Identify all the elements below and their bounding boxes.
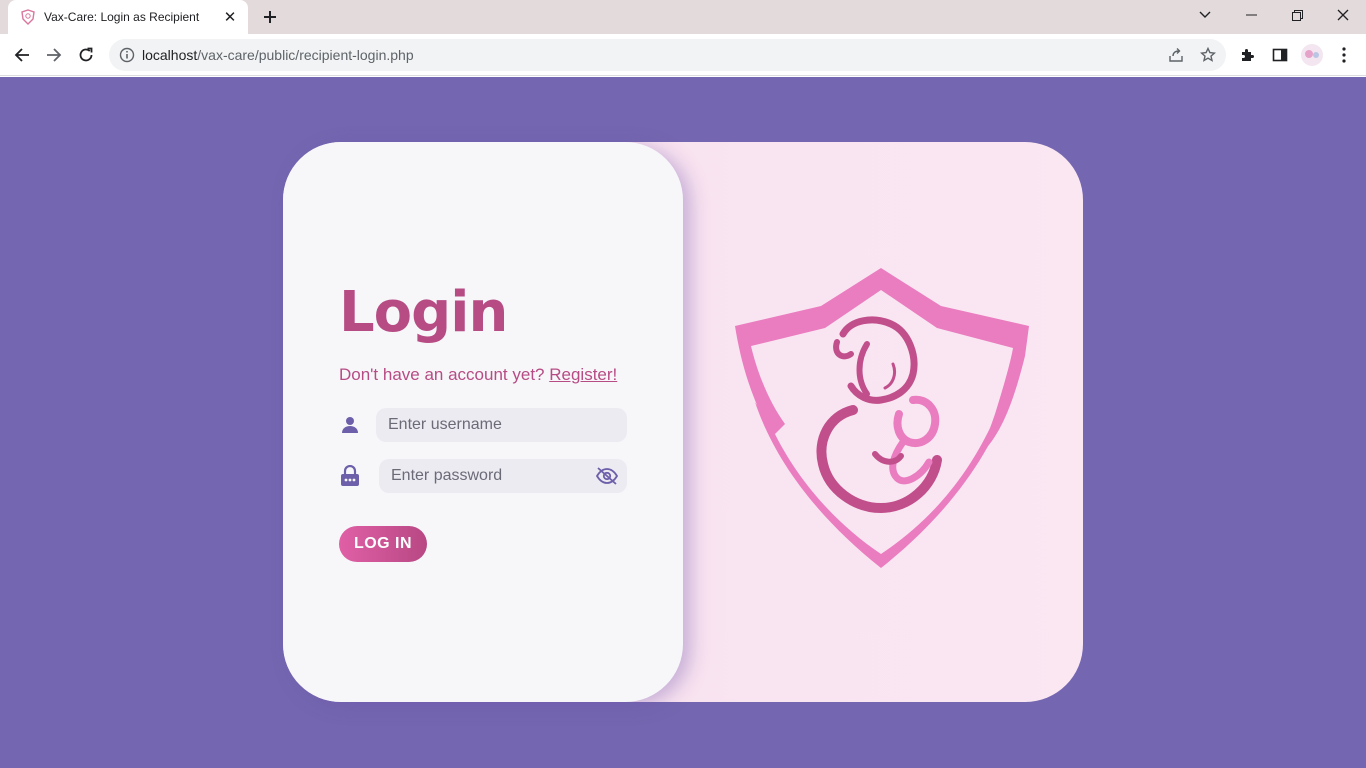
url-text: localhost/vax-care/public/recipient-logi… bbox=[142, 47, 414, 63]
close-icon bbox=[1337, 9, 1349, 21]
star-icon bbox=[1200, 47, 1216, 62]
browser-toolbar: localhost/vax-care/public/recipient-logi… bbox=[0, 34, 1366, 76]
plus-icon bbox=[264, 11, 276, 23]
password-input[interactable] bbox=[379, 459, 627, 493]
browser-tab[interactable]: Vax-Care: Login as Recipient ✕ bbox=[8, 0, 248, 34]
arrow-left-icon bbox=[14, 48, 29, 62]
page-viewport: Login Don't have an account yet? Registe… bbox=[0, 77, 1366, 768]
chevron-down-icon bbox=[1199, 11, 1211, 18]
profile-button[interactable] bbox=[1298, 41, 1326, 69]
minimize-button[interactable] bbox=[1228, 0, 1274, 30]
close-window-button[interactable] bbox=[1320, 0, 1366, 30]
eye-slash-icon[interactable] bbox=[595, 464, 619, 488]
extensions-button[interactable] bbox=[1234, 41, 1262, 69]
share-button[interactable] bbox=[1166, 45, 1186, 65]
share-icon bbox=[1169, 48, 1183, 62]
tab-search-button[interactable] bbox=[1182, 0, 1228, 30]
tab-title: Vax-Care: Login as Recipient bbox=[44, 10, 200, 24]
url-path: /vax-care/public/recipient-login.php bbox=[197, 47, 414, 63]
register-prompt-text: Don't have an account yet? bbox=[339, 365, 545, 384]
register-prompt: Don't have an account yet? Register! bbox=[339, 365, 617, 385]
login-card: Login Don't have an account yet? Registe… bbox=[283, 142, 1083, 702]
puzzle-icon bbox=[1242, 49, 1254, 61]
kebab-menu-icon bbox=[1342, 47, 1346, 63]
shield-mother-baby-logo bbox=[735, 268, 1029, 568]
url-host: localhost bbox=[142, 47, 198, 63]
login-button[interactable]: LOG IN bbox=[339, 526, 427, 562]
restore-button[interactable] bbox=[1274, 0, 1320, 30]
side-panel-button[interactable] bbox=[1266, 41, 1294, 69]
forward-button[interactable] bbox=[40, 41, 68, 69]
minimize-icon bbox=[1245, 14, 1257, 16]
browser-tab-bar: Vax-Care: Login as Recipient ✕ bbox=[0, 0, 1366, 34]
lock-icon bbox=[340, 465, 360, 486]
bookmark-button[interactable] bbox=[1198, 45, 1218, 65]
arrow-right-icon bbox=[47, 48, 62, 62]
user-icon bbox=[340, 415, 360, 435]
info-icon[interactable] bbox=[119, 47, 135, 63]
reload-button[interactable] bbox=[72, 41, 100, 69]
reload-icon bbox=[79, 47, 93, 62]
address-bar[interactable]: localhost/vax-care/public/recipient-logi… bbox=[109, 39, 1226, 71]
new-tab-button[interactable] bbox=[258, 6, 282, 28]
shield-favicon-icon bbox=[21, 9, 35, 25]
back-button[interactable] bbox=[8, 41, 36, 69]
menu-button[interactable] bbox=[1330, 41, 1358, 69]
avatar bbox=[1301, 44, 1323, 66]
login-title: Login bbox=[339, 280, 508, 345]
username-input[interactable] bbox=[376, 408, 627, 442]
restore-icon bbox=[1291, 9, 1303, 21]
register-link[interactable]: Register! bbox=[549, 365, 617, 384]
login-form-panel: Login Don't have an account yet? Registe… bbox=[283, 142, 683, 702]
tab-close-icon[interactable]: ✕ bbox=[222, 9, 238, 26]
side-panel-icon bbox=[1272, 48, 1288, 62]
